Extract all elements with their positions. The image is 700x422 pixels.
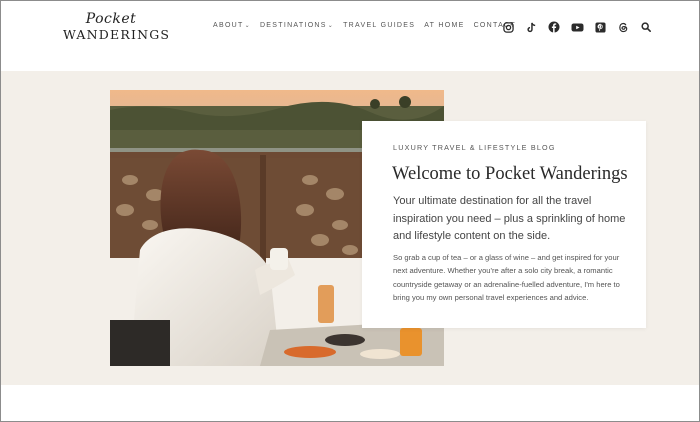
search-icon[interactable]: [639, 20, 653, 34]
nav-at-home[interactable]: AT HOME: [424, 22, 464, 29]
logo-script: Pocket: [85, 11, 137, 27]
welcome-card: LUXURY TRAVEL & LIFESTYLE BLOG Welcome t…: [362, 121, 646, 328]
main-nav: ABOUT⌄ DESTINATIONS⌄ TRAVEL GUIDES AT HO…: [213, 22, 516, 29]
welcome-lead: Your ultimate destination for all the tr…: [393, 195, 626, 242]
site-logo[interactable]: Pocket WANDERINGS: [63, 11, 171, 53]
welcome-body: So grab a cup of tea – or a glass of win…: [393, 253, 620, 303]
nav-travel-guides[interactable]: TRAVEL GUIDES: [343, 22, 415, 29]
facebook-icon[interactable]: [547, 20, 561, 34]
instagram-icon[interactable]: [501, 20, 515, 34]
social-links: [501, 20, 653, 34]
tiktok-icon[interactable]: [524, 20, 538, 34]
youtube-icon[interactable]: [570, 20, 584, 34]
next-section-band: [1, 385, 699, 421]
logo-caps: WANDERINGS: [63, 27, 171, 42]
chevron-down-icon: ⌄: [327, 23, 335, 29]
pinterest-icon[interactable]: [593, 20, 607, 34]
site-header: Pocket WANDERINGS ABOUT⌄ DESTINATIONS⌄ T…: [1, 1, 699, 71]
chevron-down-icon: ⌄: [244, 23, 251, 29]
nav-about[interactable]: ABOUT⌄: [213, 22, 251, 29]
welcome-title: Welcome to Pocket Wanderings: [392, 164, 628, 184]
threads-icon[interactable]: [616, 20, 630, 34]
blog-tagline: LUXURY TRAVEL & LIFESTYLE BLOG: [393, 143, 556, 152]
nav-destinations[interactable]: DESTINATIONS⌄: [260, 22, 334, 29]
